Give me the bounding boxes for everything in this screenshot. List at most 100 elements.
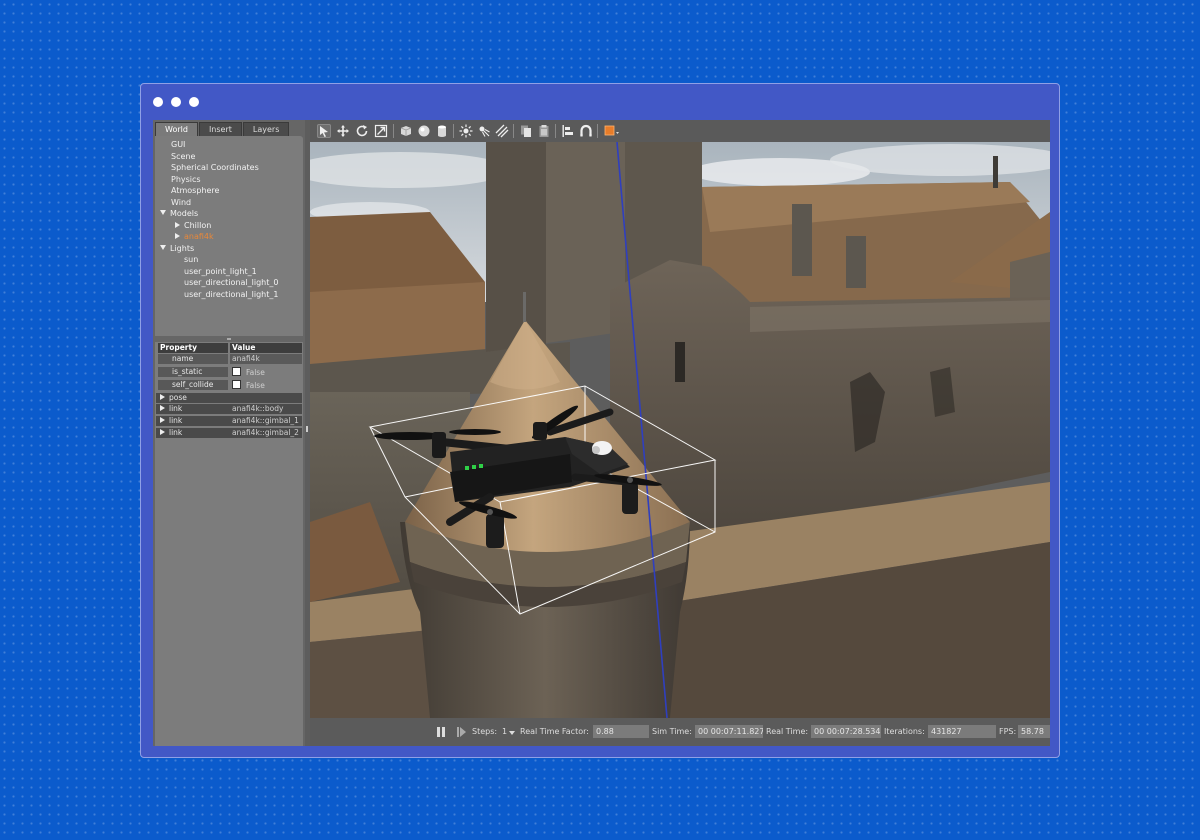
group-label: link bbox=[169, 404, 183, 413]
property-row: self_collide False bbox=[156, 380, 302, 390]
property-value: anafi4k::gimbal_2 bbox=[232, 428, 299, 437]
property-key: link bbox=[158, 416, 228, 426]
property-value: anafi4k::gimbal_1 bbox=[232, 416, 299, 425]
collapse-arrow-icon[interactable] bbox=[160, 429, 165, 435]
view-angle-icon[interactable] bbox=[603, 124, 621, 138]
tab-insert[interactable]: Insert bbox=[198, 122, 242, 137]
tree-item-scene[interactable]: Scene bbox=[171, 152, 195, 162]
gazebo-app: World Insert Layers GUI Scene Spherical … bbox=[153, 120, 1050, 746]
is-static-checkbox[interactable] bbox=[232, 367, 241, 376]
world-tree: GUI Scene Spherical Coordinates Physics … bbox=[155, 136, 303, 336]
sim-time-label: Sim Time: bbox=[652, 727, 692, 736]
toolbar-separator bbox=[453, 124, 454, 138]
panel-resize-handle[interactable] bbox=[306, 426, 308, 432]
expand-arrow-icon[interactable] bbox=[160, 210, 166, 215]
tree-item-anafi4k[interactable]: anafi4k bbox=[175, 232, 214, 242]
paste-icon[interactable] bbox=[537, 124, 551, 138]
snap-icon[interactable] bbox=[579, 124, 593, 138]
steps-value[interactable]: 1 bbox=[502, 727, 507, 737]
toolbar-separator bbox=[393, 124, 394, 138]
panel-tabs: World Insert Layers bbox=[155, 122, 290, 137]
sim-time-field: 00 00:07:11.827 bbox=[695, 725, 763, 738]
property-group-row[interactable]: link anafi4k::gimbal_1 bbox=[156, 416, 302, 426]
property-key: link bbox=[158, 428, 228, 438]
translate-mode-icon[interactable] bbox=[336, 124, 350, 138]
spot-light-icon[interactable] bbox=[477, 124, 491, 138]
tree-item-label: Lights bbox=[170, 243, 195, 253]
tree-item-label: Chillon bbox=[184, 220, 212, 230]
property-row: is_static False bbox=[156, 367, 302, 377]
property-value bbox=[230, 393, 302, 403]
toolbar-separator bbox=[555, 124, 556, 138]
expand-arrow-icon[interactable] bbox=[160, 244, 166, 250]
point-light-icon[interactable] bbox=[459, 124, 473, 138]
property-group-row[interactable]: link anafi4k::body bbox=[156, 404, 302, 414]
property-group-row[interactable]: pose bbox=[156, 393, 302, 403]
collapse-arrow-icon[interactable] bbox=[175, 221, 180, 228]
tree-item-models[interactable]: Models bbox=[160, 209, 198, 219]
collapse-arrow-icon[interactable] bbox=[160, 405, 165, 411]
property-key: link bbox=[158, 404, 228, 414]
window-control-dot[interactable] bbox=[189, 97, 199, 107]
property-value: anafi4k::body bbox=[232, 404, 284, 413]
property-key: pose bbox=[158, 393, 228, 403]
pause-icon[interactable] bbox=[436, 726, 446, 738]
steps-dropdown-icon[interactable] bbox=[509, 731, 515, 735]
tree-item-lights[interactable]: Lights bbox=[160, 244, 194, 254]
tree-item-spherical-coordinates[interactable]: Spherical Coordinates bbox=[171, 163, 259, 173]
property-value: False bbox=[230, 367, 302, 377]
align-icon[interactable] bbox=[561, 124, 575, 138]
tree-item-physics[interactable]: Physics bbox=[171, 175, 201, 185]
tree-item-wind[interactable]: Wind bbox=[171, 198, 191, 208]
checkbox-label: False bbox=[246, 368, 265, 377]
real-time-field: 00 00:07:28.534 bbox=[811, 725, 881, 738]
fps-field: 58.78 bbox=[1018, 725, 1050, 738]
window-control-dot[interactable] bbox=[153, 97, 163, 107]
tab-layers[interactable]: Layers bbox=[242, 122, 290, 137]
tree-item-gui[interactable]: GUI bbox=[171, 140, 185, 150]
scene-viewport[interactable] bbox=[310, 142, 1050, 718]
box-icon[interactable] bbox=[399, 124, 413, 138]
scene-render bbox=[310, 142, 1050, 718]
toolbar-separator bbox=[597, 124, 598, 138]
window-control-dot[interactable] bbox=[171, 97, 181, 107]
checkbox-label: False bbox=[246, 381, 265, 390]
tree-item-sun[interactable]: sun bbox=[184, 255, 198, 265]
group-label: link bbox=[169, 416, 183, 425]
tree-item-chillon[interactable]: Chillon bbox=[175, 221, 211, 231]
property-value[interactable]: anafi4k bbox=[230, 354, 302, 364]
iterations-label: Iterations: bbox=[884, 727, 925, 736]
self-collide-checkbox[interactable] bbox=[232, 380, 241, 389]
tree-item-user-directional-light-1[interactable]: user_directional_light_1 bbox=[184, 290, 278, 300]
tree-item-user-directional-light-0[interactable]: user_directional_light_0 bbox=[184, 278, 278, 288]
real-time-label: Real Time: bbox=[766, 727, 809, 736]
cylinder-icon[interactable] bbox=[435, 124, 449, 138]
iterations-field: 431827 bbox=[928, 725, 996, 738]
panel-splitter[interactable] bbox=[227, 338, 231, 340]
sphere-icon[interactable] bbox=[417, 124, 431, 138]
toolbar-separator bbox=[513, 124, 514, 138]
tree-item-label: Models bbox=[170, 209, 199, 218]
rotate-mode-icon[interactable] bbox=[355, 124, 369, 138]
fps-label: FPS: bbox=[999, 727, 1017, 736]
real-time-factor-label: Real Time Factor: bbox=[520, 727, 589, 736]
group-label: pose bbox=[169, 393, 187, 402]
scale-mode-icon[interactable] bbox=[374, 124, 388, 138]
property-table: Property Value name anafi4k is_static Fa… bbox=[155, 342, 303, 746]
select-mode-icon[interactable] bbox=[317, 124, 331, 138]
property-key: self_collide bbox=[158, 380, 228, 390]
property-key: name bbox=[158, 354, 228, 364]
app-window: World Insert Layers GUI Scene Spherical … bbox=[140, 83, 1060, 758]
copy-icon[interactable] bbox=[519, 124, 533, 138]
directional-light-icon[interactable] bbox=[495, 124, 509, 138]
tree-item-user-point-light-1[interactable]: user_point_light_1 bbox=[184, 267, 257, 277]
collapse-arrow-icon[interactable] bbox=[160, 417, 165, 423]
tab-world[interactable]: World bbox=[155, 122, 198, 137]
collapse-arrow-icon[interactable] bbox=[175, 233, 180, 239]
group-label: link bbox=[169, 428, 183, 437]
toolbar bbox=[310, 120, 1050, 143]
property-group-row[interactable]: link anafi4k::gimbal_2 bbox=[156, 428, 302, 438]
tree-item-atmosphere[interactable]: Atmosphere bbox=[171, 186, 219, 196]
step-icon[interactable] bbox=[457, 726, 467, 738]
collapse-arrow-icon[interactable] bbox=[160, 394, 165, 400]
